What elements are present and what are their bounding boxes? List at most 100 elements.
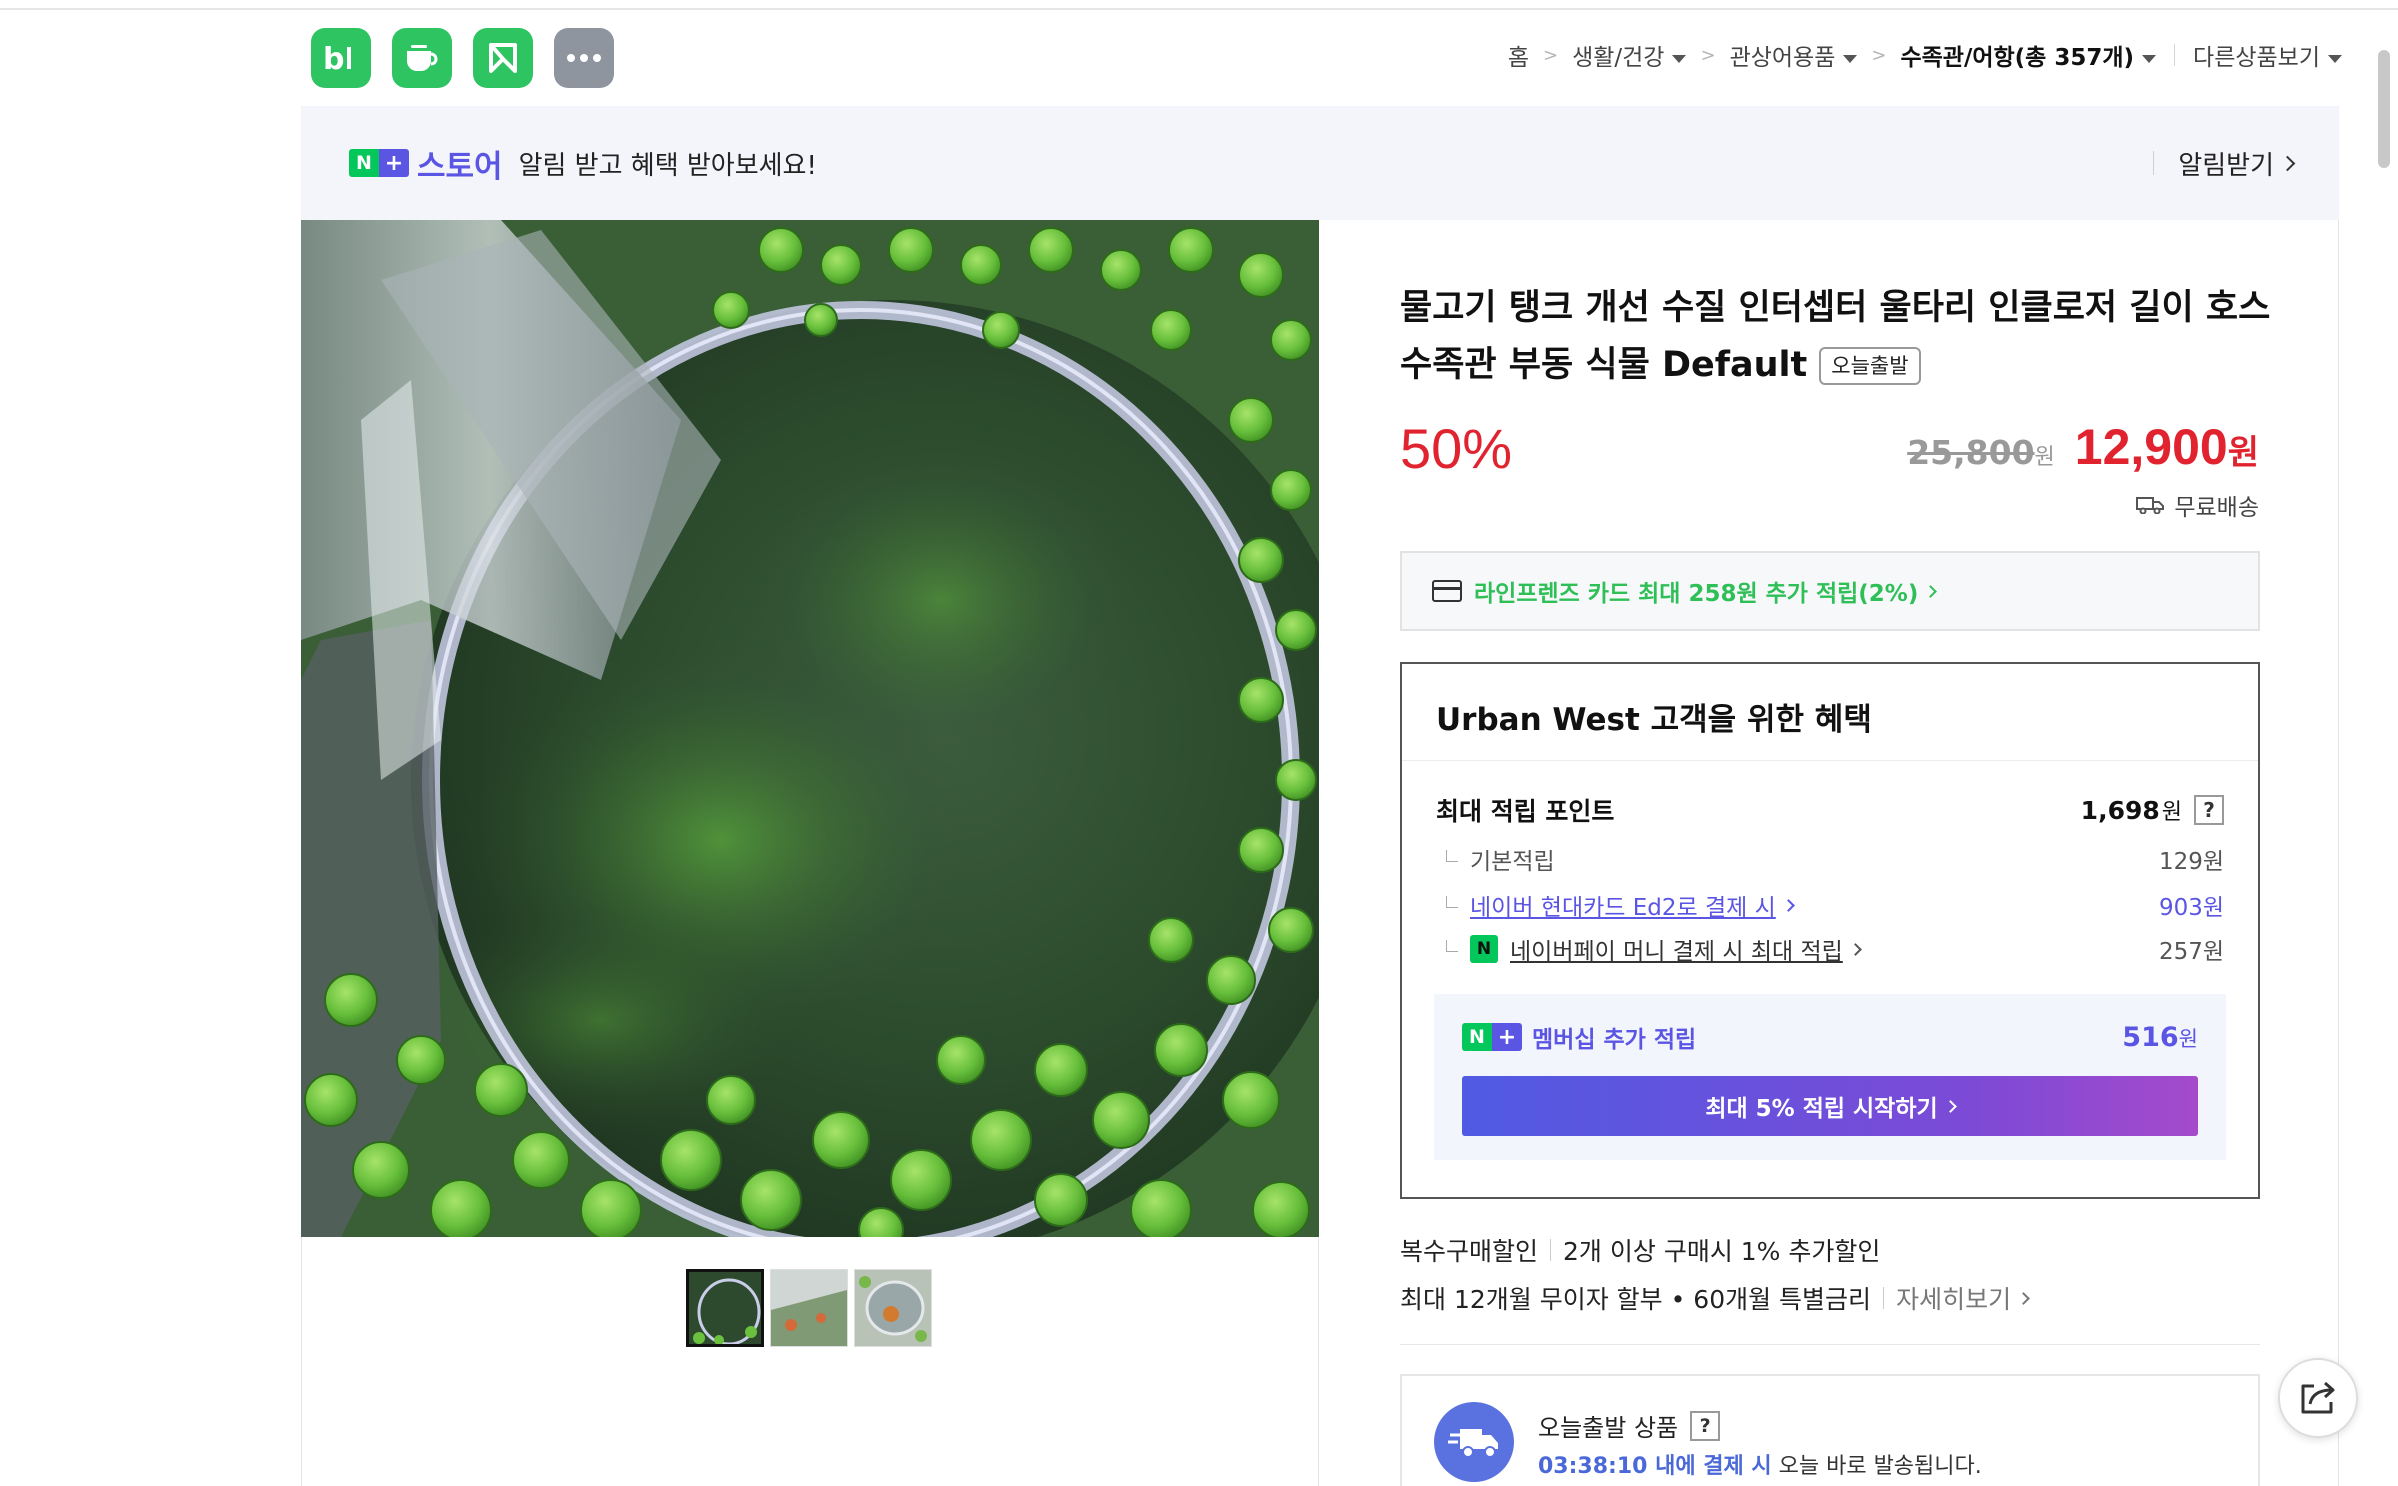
page-scrollbar[interactable] — [2378, 50, 2390, 168]
extras-divider — [1883, 1287, 1885, 1309]
hyundai-card-value: 903원 — [2158, 895, 2224, 921]
membership-label: 멤버십 추가 적립 — [1532, 1027, 1697, 1053]
thumbnail-list — [686, 1269, 932, 1347]
breadcrumb-separator-icon: > — [1871, 44, 1887, 66]
basic-points-value: 129원 — [2158, 849, 2224, 875]
naver-plus-badge: N + — [349, 149, 409, 177]
more-icon[interactable] — [554, 28, 614, 88]
thumbnail-2[interactable] — [770, 1269, 848, 1347]
caret-down-icon — [2328, 54, 2342, 63]
naverpay-icon: N — [1470, 935, 1498, 963]
basic-points-label: 기본적립 — [1470, 849, 1555, 875]
naverpay-value: 257원 — [2158, 939, 2224, 965]
max-points-value: 1,698 원 ? — [2081, 794, 2224, 826]
discount-rate: 50% — [1400, 417, 1513, 480]
naverpay-link[interactable]: 네이버페이 머니 결제 시 최대 적립 — [1510, 932, 1843, 966]
caret-down-icon — [1843, 54, 1858, 63]
help-icon[interactable]: ? — [1690, 1410, 1721, 1441]
naver-n-letter: N — [1462, 1023, 1492, 1051]
blog-icon[interactable]: b — [311, 28, 371, 88]
customer-benefits-box: Urban West 고객을 위한 혜택 최대 적립 포인트 1,698 원 ?… — [1400, 662, 2260, 1199]
breadcrumb-level1-label: 생활/건강 — [1572, 45, 1665, 71]
help-icon[interactable]: ? — [2194, 795, 2224, 825]
truck-icon — [2136, 497, 2165, 514]
chevron-right-icon — [2279, 155, 2296, 171]
chevron-right-icon — [1943, 1099, 1957, 1113]
installment-info: 최대 12개월 무이자 할부 • 60개월 특별금리 자세히보기 — [1400, 1280, 2030, 1316]
subscribe-alert-button[interactable]: 알림받기 — [2153, 106, 2296, 220]
banner-text: 알림 받고 혜택 받아보세요! — [518, 150, 817, 181]
svg-text:b: b — [323, 42, 344, 75]
thumbnail-3-image — [855, 1270, 931, 1346]
caret-down-icon — [2142, 54, 2157, 63]
bookmark-icon[interactable] — [473, 28, 533, 88]
store-label: 스토어 — [417, 148, 503, 185]
breadcrumb-level2-label: 관상어용품 — [1729, 45, 1836, 71]
benefits-title: Urban West 고객을 위한 혜택 — [1436, 702, 1872, 738]
today-ship-box: 오늘출발 상품 ? 03:38:10 내에 결제 시 오늘 바로 발송됩니다. — [1400, 1374, 2260, 1486]
hyundai-card-link[interactable]: 네이버 현대카드 Ed2로 결제 시 — [1470, 888, 1776, 922]
tree-branch-icon — [1446, 940, 1458, 952]
thumbnail-2-image — [771, 1270, 847, 1346]
breadcrumb: 홈 > 생활/건강 > 관상어용품 > 수족관/어항(총 357개) 다른상품보… — [1508, 38, 2342, 72]
breadcrumb-home[interactable]: 홈 — [1508, 38, 1529, 72]
breadcrumb-separator-icon: > — [1700, 44, 1716, 66]
shipping-text: 무료배송 — [2174, 495, 2259, 521]
section-divider — [1400, 1344, 2260, 1345]
share-icon — [2301, 1381, 2335, 1414]
breadcrumb-separator-icon: > — [1542, 44, 1559, 66]
banner-divider — [2153, 151, 2155, 175]
naver-plus-store-logo: N + 스토어 — [349, 141, 503, 186]
thumbnail-3[interactable] — [854, 1269, 932, 1347]
max-points-number: 1,698 — [2080, 795, 2160, 825]
card-promo-link: 라인프렌즈 카드 최대 258원 추가 적립(2%) — [1474, 574, 1938, 608]
today-ship-title: 오늘출발 상품 ? — [1538, 1408, 1721, 1443]
breadcrumb-level1[interactable]: 생활/건강 — [1572, 38, 1687, 72]
share-button[interactable] — [2278, 1358, 2358, 1438]
chevron-right-icon — [1848, 942, 1862, 956]
start-membership-button[interactable]: 최대 5% 적립 시작하기 — [1462, 1076, 2198, 1136]
today-ship-deadline: 03:38:10 내에 결제 시 오늘 바로 발송됩니다. — [1538, 1448, 1982, 1480]
delivery-truck-icon — [1434, 1402, 1514, 1482]
tree-branch-icon — [1446, 850, 1458, 862]
max-points-unit: 원 — [2161, 800, 2182, 825]
tree-branch-icon — [1446, 896, 1458, 908]
breadcrumb-current[interactable]: 수족관/어항(총 357개) — [1900, 38, 2157, 72]
benefits-divider — [1402, 760, 2258, 761]
naverpay-row: N 네이버페이 머니 결제 시 최대 적립 257원 — [1436, 932, 2224, 966]
plus-letter: + — [1492, 1023, 1522, 1051]
chevron-right-icon — [1924, 584, 1938, 598]
today-ship-tag: 오늘출발 — [1819, 347, 1921, 385]
start-membership-label: 최대 5% 적립 시작하기 — [1705, 1096, 1938, 1122]
credit-card-icon — [1432, 580, 1462, 602]
thumbnail-1[interactable] — [686, 1269, 764, 1347]
membership-row: N + 멤버십 추가 적립 516원 — [1462, 1020, 2198, 1054]
installment-more-link[interactable]: 자세히보기 — [1896, 1280, 2030, 1316]
browser-top-edge — [0, 0, 2398, 10]
membership-number: 516 — [2122, 1021, 2179, 1053]
naver-plus-badge: N + — [1462, 1023, 1522, 1051]
card-promo-text: 라인프렌즈 카드 최대 258원 추가 적립(2%) — [1474, 581, 1919, 607]
plus-letter: + — [379, 149, 409, 177]
today-ship-suffix: 오늘 바로 발송됩니다. — [1771, 1454, 1982, 1479]
multi-purchase-text: 2개 이상 구매시 1% 추가할인 — [1563, 1237, 1881, 1266]
max-points-row: 최대 적립 포인트 1,698 원 ? — [1436, 792, 2224, 828]
subscribe-alert-label: 알림받기 — [2178, 150, 2274, 181]
price-row: 25,800 원 12,900 원 — [1907, 418, 2259, 476]
breadcrumb-divider — [2174, 44, 2176, 66]
store-notification-banner: N + 스토어 알림 받고 혜택 받아보세요! 알림받기 — [301, 106, 2339, 220]
cafe-icon[interactable] — [392, 28, 452, 88]
installment-more-label: 자세히보기 — [1896, 1285, 2012, 1314]
product-main-image[interactable] — [301, 220, 1319, 1237]
card-promo-box[interactable]: 라인프렌즈 카드 최대 258원 추가 적립(2%) — [1400, 551, 2260, 631]
aquarium-photo — [301, 220, 1319, 1237]
multi-purchase-label: 복수구매할인 — [1400, 1237, 1539, 1266]
product-title: 물고기 탱크 개선 수질 인터셉터 울타리 인클로저 길이 호스 수족관 부동 … — [1400, 280, 2280, 394]
breadcrumb-level2[interactable]: 관상어용품 — [1730, 38, 1858, 72]
extras-divider — [1550, 1239, 1552, 1261]
other-products-dropdown[interactable]: 다른상품보기 — [2193, 38, 2342, 72]
today-ship-title-text: 오늘출발 상품 — [1538, 1414, 1679, 1442]
max-points-label: 최대 적립 포인트 — [1436, 797, 1615, 826]
multi-purchase-discount: 복수구매할인 2개 이상 구매시 1% 추가할인 — [1400, 1232, 1880, 1268]
membership-value: 516원 — [2122, 1022, 2198, 1053]
